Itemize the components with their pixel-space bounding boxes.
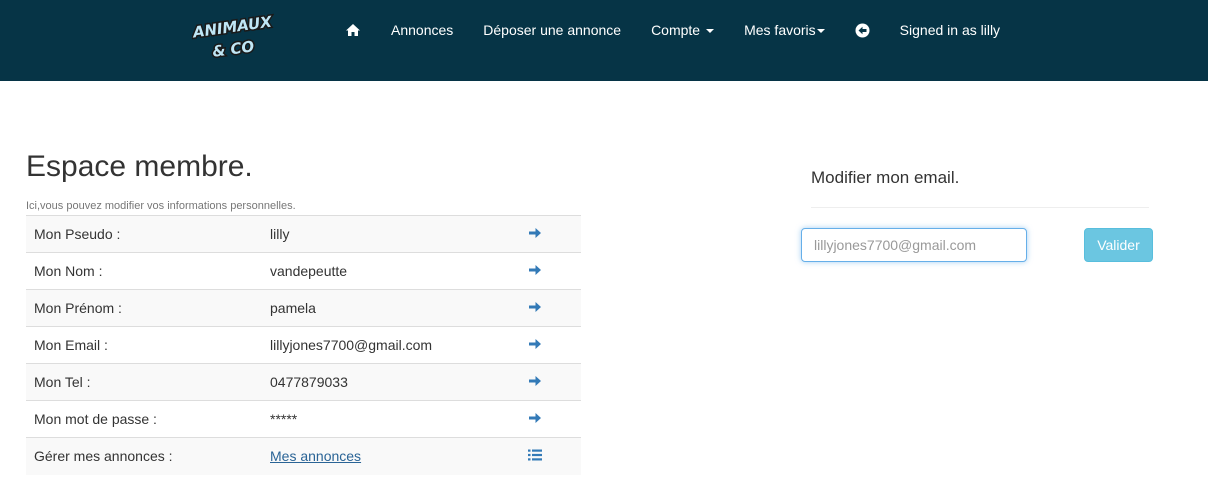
table-row: Gérer mes annonces : Mes annonces	[26, 437, 581, 475]
nav-deposer-label: Déposer une annonce	[483, 22, 622, 38]
site-logo[interactable]: ANIMAUX ANIMAUX & CO & CO	[192, 8, 274, 64]
arrow-right-icon[interactable]	[528, 338, 542, 350]
table-row: Mon Tel : 0477879033	[26, 363, 581, 401]
row-value: vandepeutte	[262, 252, 522, 290]
main-nav: Annonces Déposer une annonce Compte Mes …	[330, 0, 1015, 60]
table-row: Mon Nom : vandepeutte	[26, 252, 581, 290]
row-label: Mon Nom :	[26, 252, 262, 290]
nav-favoris-dropdown[interactable]: Mes favoris	[729, 0, 840, 60]
nav-annonces[interactable]: Annonces	[376, 0, 468, 60]
edit-email-title: Modifier mon email.	[811, 168, 960, 187]
chevron-down-icon	[816, 28, 825, 33]
member-info-table: Mon Pseudo : lilly Mon Nom : vandepeutte…	[26, 215, 581, 475]
row-value: lilly	[262, 215, 522, 253]
chevron-down-icon	[706, 28, 715, 33]
logo-graphic: ANIMAUX ANIMAUX & CO & CO	[192, 11, 274, 62]
row-label: Mon Tel :	[26, 363, 262, 401]
circle-arrow-left-icon[interactable]	[840, 0, 885, 60]
nav-annonces-label: Annonces	[391, 22, 454, 38]
row-label: Gérer mes annonces :	[26, 437, 262, 475]
svg-text:& CO: & CO	[211, 37, 255, 61]
nav-compte-label: Compte	[651, 22, 701, 38]
row-value: pamela	[262, 289, 522, 327]
email-field[interactable]	[801, 228, 1027, 262]
row-value: 0477879033	[262, 363, 522, 401]
row-label: Mon Pseudo :	[26, 215, 262, 253]
row-label: Mon mot de passe :	[26, 400, 262, 438]
signed-in-user[interactable]: Signed in as lilly	[885, 0, 1015, 60]
table-row: Mon Email : lillyjones7700@gmail.com	[26, 326, 581, 364]
nav-deposer-annonce[interactable]: Déposer une annonce	[468, 0, 636, 60]
nav-compte-dropdown[interactable]: Compte	[636, 0, 729, 60]
nav-favoris-label: Mes favoris	[744, 22, 816, 38]
table-row: Mon Prénom : pamela	[26, 289, 581, 327]
home-icon[interactable]	[330, 0, 376, 60]
table-row: Mon Pseudo : lilly	[26, 215, 581, 253]
valider-button[interactable]: Valider	[1084, 228, 1153, 262]
svg-text:ANIMAUX: ANIMAUX	[192, 12, 274, 41]
arrow-right-icon[interactable]	[528, 264, 542, 276]
arrow-right-icon[interactable]	[528, 412, 542, 424]
arrow-right-icon[interactable]	[528, 301, 542, 313]
page-subtitle: Ici,vous pouvez modifier vos information…	[26, 200, 296, 212]
row-label: Mon Prénom :	[26, 289, 262, 327]
arrow-right-icon[interactable]	[528, 227, 542, 239]
table-row: Mon mot de passe : *****	[26, 400, 581, 438]
arrow-right-icon[interactable]	[528, 375, 542, 387]
mes-annonces-link[interactable]: Mes annonces	[270, 448, 361, 464]
divider	[811, 207, 1149, 208]
member-panel: Espace membre. Ici,vous pouvez modifier …	[26, 145, 581, 475]
list-icon[interactable]	[528, 449, 542, 461]
row-label: Mon Email :	[26, 326, 262, 364]
row-value: lillyjones7700@gmail.com	[262, 326, 522, 364]
navbar: ANIMAUX ANIMAUX & CO & CO Annonces Dépos…	[0, 0, 1208, 81]
row-value: *****	[262, 400, 522, 438]
signed-in-label: Signed in as lilly	[899, 22, 1001, 38]
page-title: Espace membre.	[26, 150, 253, 183]
